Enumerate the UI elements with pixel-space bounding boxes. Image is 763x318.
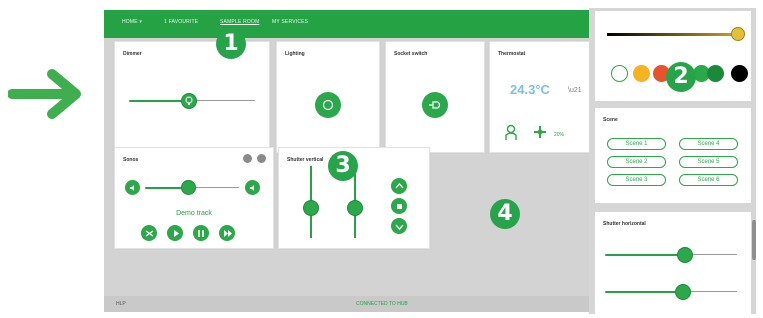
scene-6-button[interactable]: Scene 6 [679, 174, 738, 186]
tab-my-services[interactable]: MY SERVICES [272, 19, 308, 25]
humidity-value: 20% [554, 132, 565, 138]
tab-favourite[interactable]: 1 FAVOURITE [164, 19, 198, 25]
person-icon [505, 124, 517, 140]
shutter-h-fill-1 [605, 254, 683, 256]
marker-2: 2 [666, 62, 696, 92]
shutter-stop-button[interactable] [391, 198, 407, 214]
pause-icon [197, 229, 204, 237]
shutter-down-button[interactable] [391, 218, 407, 234]
speaker-low-icon [129, 184, 134, 191]
shutter-vertical-title: Shutter vertical [287, 157, 324, 163]
swatch-yellow[interactable] [633, 65, 650, 82]
socket-switch-card: Socket switch [385, 41, 485, 153]
help-link[interactable]: HLP [116, 301, 126, 307]
marker-1: 1 [216, 29, 246, 59]
shutter-horizontal-title: Shutter horizontal [603, 221, 646, 227]
next-button[interactable] [219, 225, 235, 241]
swatch-black[interactable] [731, 65, 748, 82]
top-navigation-bar: HOME ▾ 1 FAVOURITE SAMPLE ROOM MY SERVIC… [104, 10, 589, 38]
info-icon[interactable] [257, 154, 266, 163]
dimmer-track [195, 100, 255, 101]
shutter-h-knob-1[interactable] [677, 247, 693, 263]
now-playing-text: Demo track [176, 210, 212, 217]
volume-track [189, 187, 239, 188]
lighting-card: Lighting [276, 41, 380, 153]
color-gradient-slider[interactable] [607, 33, 735, 36]
connection-status: CONNECTED TO HUB [356, 301, 408, 307]
shuffle-icon [145, 230, 153, 236]
color-slider-knob[interactable] [731, 27, 745, 41]
dimmer-slider-knob[interactable] [181, 93, 197, 109]
temperature-value: 24.3°C [510, 82, 550, 97]
scene-4-button[interactable]: Scene 4 [679, 138, 738, 150]
arrow-up-icon [395, 182, 403, 188]
volume-slider-knob[interactable] [181, 180, 196, 195]
shutter-h-fill-2 [605, 291, 681, 293]
tab-sample-room[interactable]: SAMPLE ROOM [220, 19, 259, 25]
tab-home[interactable]: HOME ▾ [122, 19, 142, 25]
thermostat-title: Thermostat [498, 51, 526, 57]
scene-2-button[interactable]: Scene 2 [607, 156, 666, 168]
arrow-down-icon [395, 224, 403, 230]
settings-icon[interactable] [243, 154, 252, 163]
dimmer-fill [129, 100, 187, 102]
play-button[interactable] [167, 225, 183, 241]
dimmer-card: Dimmer [114, 41, 270, 153]
shutter-up-button[interactable] [391, 178, 407, 194]
power-icon [322, 99, 334, 111]
shutter-knob-1[interactable] [303, 200, 319, 216]
lighting-title: Lighting [285, 51, 305, 57]
tutorial-screenshot: HOME ▾ 1 FAVOURITE SAMPLE ROOM MY SERVIC… [0, 0, 763, 318]
bulb-icon [185, 96, 193, 105]
play-icon [173, 229, 179, 237]
scene-5-button[interactable]: Scene 5 [679, 156, 738, 168]
fan-icon [534, 126, 546, 138]
volume-up-button[interactable] [245, 180, 260, 195]
plug-icon [429, 101, 441, 109]
temperature-setpoint: \u21 [568, 87, 582, 94]
dimmer-title: Dimmer [123, 51, 142, 57]
pause-button[interactable] [193, 225, 209, 241]
scene-3-button[interactable]: Scene 3 [607, 174, 666, 186]
thermostat-card: Thermostat 24.3°C \u21 20% [489, 41, 589, 153]
scene-1-button[interactable]: Scene 1 [607, 138, 666, 150]
shutter-h-knob-2[interactable] [675, 284, 691, 300]
sonos-card: Sonos Demo track [114, 147, 274, 249]
swatch-darkgreen[interactable] [707, 65, 724, 82]
marker-4: 4 [490, 199, 520, 229]
speaker-high-icon [249, 184, 254, 191]
shutter-horizontal-card: Shutter horizontal [595, 212, 751, 314]
lighting-power-button[interactable] [315, 92, 341, 118]
socket-toggle-button[interactable] [422, 92, 448, 118]
marker-3: 3 [328, 151, 358, 181]
volume-down-button[interactable] [125, 180, 140, 195]
shuffle-button[interactable] [141, 225, 157, 241]
pointer-arrow-icon [8, 69, 81, 119]
socket-title: Socket switch [394, 51, 428, 57]
stop-icon [396, 203, 402, 209]
right-panel-scrollbar[interactable] [752, 220, 756, 260]
next-icon [223, 229, 232, 237]
status-bar: HLP CONNECTED TO HUB [104, 296, 589, 312]
sonos-title: Sonos [123, 157, 139, 163]
right-panel: Scene Scene 1 Scene 4 Scene 2 Scene 5 Sc… [589, 8, 756, 314]
scene-title: Scene [603, 117, 618, 123]
shutter-knob-2[interactable] [347, 200, 363, 216]
scene-card: Scene Scene 1 Scene 4 Scene 2 Scene 5 Sc… [595, 108, 751, 203]
swatch-white[interactable] [611, 65, 628, 82]
